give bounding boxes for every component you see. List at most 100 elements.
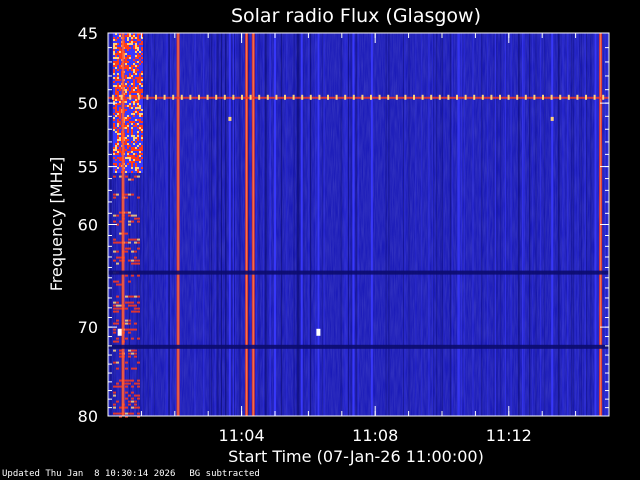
- burst-pixel: [131, 115, 133, 117]
- burst-pixel: [119, 135, 121, 137]
- burst-pixel: [137, 141, 139, 143]
- burst-pixel: [139, 83, 141, 85]
- burst-pixel: [127, 127, 129, 129]
- burst-pixel: [135, 141, 137, 143]
- burst-pixel: [129, 55, 131, 57]
- burst-pixel: [125, 49, 127, 51]
- burst-pixel: [113, 238, 116, 241]
- burst-pixel: [141, 111, 143, 113]
- texture-line: [194, 33, 196, 416]
- burst-pixel: [113, 155, 115, 157]
- burst-pixel: [113, 385, 116, 388]
- burst-pixel: [116, 337, 119, 340]
- burst-pixel: [135, 71, 137, 73]
- burst-pixel: [127, 35, 129, 37]
- burst-pixel: [119, 149, 121, 151]
- burst-pixel: [128, 394, 131, 397]
- burst-pixel: [137, 35, 139, 37]
- burst-pixel: [125, 139, 127, 141]
- burst-pixel: [119, 77, 121, 79]
- burst-pixel: [129, 135, 131, 137]
- burst-pixel: [137, 153, 139, 155]
- burst-pixel: [125, 73, 127, 75]
- burst-pixel: [115, 59, 117, 61]
- interference-dot: [456, 94, 458, 100]
- burst-pixel: [127, 113, 129, 115]
- texture-line: [147, 33, 149, 416]
- burst-pixel: [133, 91, 135, 93]
- burst-pixel: [131, 147, 133, 149]
- burst-pixel: [135, 125, 137, 127]
- burst-pixel: [125, 193, 128, 196]
- burst-pixel: [129, 63, 131, 65]
- burst-pixel: [117, 61, 119, 63]
- burst-pixel: [139, 149, 141, 151]
- burst-pixel: [131, 262, 134, 265]
- burst-pixel: [131, 337, 134, 340]
- burst-pixel: [125, 319, 128, 322]
- interference-dot: [593, 94, 596, 100]
- burst-pixel: [131, 101, 133, 103]
- burst-pixel: [115, 133, 117, 135]
- burst-pixel: [139, 61, 141, 63]
- interference-dot: [404, 94, 407, 100]
- burst-pixel: [137, 155, 139, 157]
- burst-pixel: [113, 85, 115, 87]
- burst-pixel: [115, 169, 117, 171]
- burst-pixel: [137, 61, 139, 63]
- burst-pixel: [117, 89, 119, 91]
- burst-pixel: [119, 83, 121, 85]
- burst-pixel: [113, 47, 115, 49]
- burst-pixel: [129, 119, 131, 121]
- burst-pixel: [139, 137, 141, 139]
- burst-pixel: [125, 133, 127, 135]
- burst-pixel: [131, 220, 134, 223]
- burst-pixel: [113, 241, 116, 244]
- burst-pixel: [119, 55, 121, 57]
- burst-pixel: [117, 63, 119, 65]
- burst-pixel: [137, 47, 139, 49]
- burst-pixel: [131, 141, 133, 143]
- burst-pixel: [131, 93, 133, 95]
- burst-pixel: [131, 83, 133, 85]
- burst-pixel: [125, 65, 127, 67]
- burst-pixel: [125, 77, 127, 79]
- interference-dot: [137, 94, 140, 100]
- burst-pixel: [133, 111, 135, 113]
- burst-pixel: [119, 79, 121, 81]
- burst-pixel: [133, 59, 135, 61]
- burst-pixel: [117, 111, 119, 113]
- burst-pixel: [137, 73, 139, 75]
- burst-pixel: [115, 73, 117, 75]
- burst-pixel: [135, 59, 137, 61]
- burst-pixel: [115, 89, 117, 91]
- burst-pixel: [117, 145, 119, 147]
- burst-pixel: [129, 37, 131, 39]
- burst-pixel: [113, 161, 115, 163]
- burst-pixel: [129, 133, 131, 135]
- burst-pixel: [135, 63, 137, 65]
- burst-pixel: [141, 85, 143, 87]
- texture-line: [154, 33, 155, 416]
- glitch-mark: [316, 328, 321, 336]
- burst-pixel: [129, 81, 131, 83]
- burst-pixel: [113, 75, 115, 77]
- burst-pixel: [131, 37, 133, 39]
- burst-pixel: [131, 59, 133, 61]
- interference-dot: [499, 94, 501, 100]
- burst-pixel: [141, 109, 143, 111]
- burst-pixel: [129, 35, 131, 37]
- burst-pixel: [135, 101, 137, 103]
- burst-pixel: [125, 274, 128, 277]
- burst-pixel: [139, 81, 141, 83]
- burst-pixel: [129, 157, 131, 159]
- burst-pixel: [133, 169, 135, 171]
- interference-dot: [378, 94, 381, 100]
- burst-pixel: [131, 163, 133, 165]
- burst-pixel: [119, 105, 121, 107]
- burst-pixel: [125, 109, 127, 111]
- burst-pixel: [115, 93, 117, 95]
- burst-pixel: [129, 127, 131, 129]
- texture-line: [385, 33, 387, 416]
- burst-pixel: [119, 93, 121, 95]
